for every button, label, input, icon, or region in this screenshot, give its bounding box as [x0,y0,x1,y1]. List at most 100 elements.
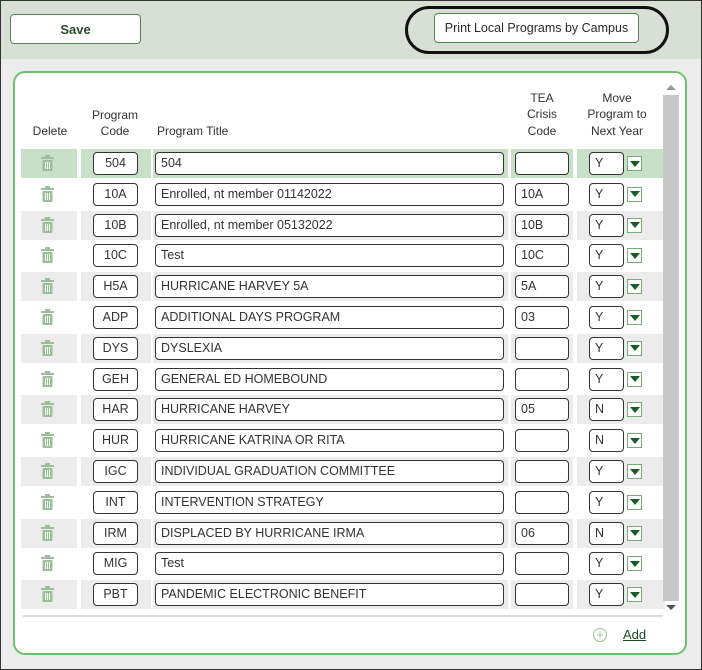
trash-icon[interactable] [41,524,54,541]
move-program-select[interactable]: Y [589,460,624,483]
tea-crisis-code-input[interactable]: 10A [515,182,569,206]
move-program-select[interactable]: Y [589,490,624,514]
trash-icon[interactable] [41,463,54,479]
trash-icon[interactable] [41,401,54,418]
program-code-input[interactable]: 10B [93,213,138,237]
move-program-select[interactable]: Y [589,244,624,268]
dropdown-arrow-icon[interactable] [627,340,642,356]
program-title-input[interactable]: INDIVIDUAL GRADUATION COMMITTEE [155,460,504,483]
dropdown-arrow-icon[interactable] [627,310,642,325]
dropdown-arrow-icon[interactable] [627,525,642,541]
program-title-input[interactable]: HURRICANE KATRINA OR RITA [155,429,504,453]
program-title-input[interactable]: ADDITIONAL DAYS PROGRAM [155,306,504,329]
program-code-input[interactable]: DYS [93,336,138,360]
program-title-input[interactable]: HURRICANE HARVEY [155,398,504,422]
program-title-input[interactable]: INTERVENTION STRATEGY [155,490,504,514]
tea-crisis-code-input[interactable] [515,460,569,483]
trash-icon[interactable] [41,339,54,356]
move-program-select[interactable]: N [589,521,624,545]
program-title-input[interactable]: DISPLACED BY HURRICANE IRMA [155,521,504,545]
move-program-select[interactable]: Y [589,213,624,237]
trash-icon[interactable] [41,185,54,202]
tea-crisis-code-input[interactable]: 10B [515,213,569,237]
trash-icon[interactable] [41,493,54,510]
print-local-programs-button[interactable]: Print Local Programs by Campus [434,13,639,43]
trash-icon[interactable] [41,586,54,603]
program-title-input[interactable]: HURRICANE HARVEY 5A [155,275,504,299]
trash-icon[interactable] [41,370,54,387]
tea-crisis-code-input[interactable] [515,490,569,514]
scroll-down-arrow-icon[interactable] [666,605,676,610]
dropdown-arrow-icon[interactable] [627,156,642,171]
dropdown-arrow-icon[interactable] [627,433,642,449]
tea-crisis-code-input[interactable]: 10C [515,244,569,268]
program-code-input[interactable]: ADP [93,306,138,329]
program-code-input[interactable]: 10C [93,244,138,268]
program-code-input[interactable]: 504 [93,152,138,175]
program-title-input[interactable]: Enrolled, nt member 05132022 [155,213,504,237]
tea-crisis-code-input[interactable] [515,429,569,453]
program-code-input[interactable]: PBT [93,583,138,607]
move-program-select[interactable]: Y [589,152,624,175]
program-code-input[interactable]: IRM [93,521,138,545]
header-program-code-line1: Program [91,108,138,122]
trash-icon[interactable] [41,555,54,572]
dropdown-arrow-icon[interactable] [627,402,642,418]
program-title-input[interactable]: GENERAL ED HOMEBOUND [155,367,504,391]
trash-icon[interactable] [41,432,54,449]
dropdown-arrow-icon[interactable] [627,494,642,510]
program-title-input[interactable]: Test [155,244,504,268]
trash-icon[interactable] [41,216,54,233]
program-title-input[interactable]: 504 [155,152,504,175]
scroll-up-arrow-icon[interactable] [666,85,676,90]
vertical-scrollbar[interactable] [663,81,679,611]
tea-crisis-code-input[interactable]: 5A [515,275,569,299]
move-program-select[interactable]: Y [589,336,624,360]
tea-crisis-code-input[interactable] [515,152,569,175]
dropdown-arrow-icon[interactable] [627,279,642,295]
program-title-input[interactable]: Test [155,552,504,576]
move-program-select[interactable]: Y [589,367,624,391]
trash-icon[interactable] [41,247,54,264]
move-program-select[interactable]: Y [589,306,624,329]
tea-crisis-code-input[interactable]: 06 [515,521,569,545]
dropdown-arrow-icon[interactable] [627,464,642,479]
move-program-select[interactable]: Y [589,275,624,299]
move-program-select[interactable]: N [589,429,624,453]
trash-icon[interactable] [41,155,54,171]
move-program-select[interactable]: Y [589,583,624,607]
dropdown-arrow-icon[interactable] [627,556,642,572]
program-code-input[interactable]: GEH [93,367,138,391]
tea-crisis-code-input[interactable] [515,336,569,360]
program-code-input[interactable]: 10A [93,182,138,206]
dropdown-arrow-icon[interactable] [627,371,642,387]
dropdown-arrow-icon[interactable] [627,587,642,603]
dropdown-arrow-icon[interactable] [627,248,642,264]
dropdown-arrow-icon[interactable] [627,186,642,202]
program-code-input[interactable]: H5A [93,275,138,299]
tea-crisis-code-input[interactable]: 05 [515,398,569,422]
tea-crisis-code-input[interactable] [515,367,569,391]
move-program-select[interactable]: Y [589,552,624,576]
add-circle-icon[interactable]: + [593,628,607,642]
program-code-input[interactable]: IGC [93,460,138,483]
delete-cell [21,149,77,178]
move-program-select[interactable]: N [589,398,624,422]
move-program-select[interactable]: Y [589,182,624,206]
save-button[interactable]: Save [10,14,141,44]
program-title-input[interactable]: Enrolled, nt member 01142022 [155,182,504,206]
tea-crisis-code-input[interactable]: 03 [515,306,569,329]
trash-icon[interactable] [41,309,54,325]
program-code-input[interactable]: HUR [93,429,138,453]
program-code-input[interactable]: MIG [93,552,138,576]
tea-crisis-code-input[interactable] [515,583,569,607]
scrollbar-thumb[interactable] [663,95,679,601]
program-title-input[interactable]: DYSLEXIA [155,336,504,360]
program-title-input[interactable]: PANDEMIC ELECTRONIC BENEFIT [155,583,504,607]
add-link[interactable]: Add [623,627,646,642]
dropdown-arrow-icon[interactable] [627,217,642,233]
program-code-input[interactable]: HAR [93,398,138,422]
trash-icon[interactable] [41,278,54,295]
tea-crisis-code-input[interactable] [515,552,569,576]
program-code-input[interactable]: INT [93,490,138,514]
